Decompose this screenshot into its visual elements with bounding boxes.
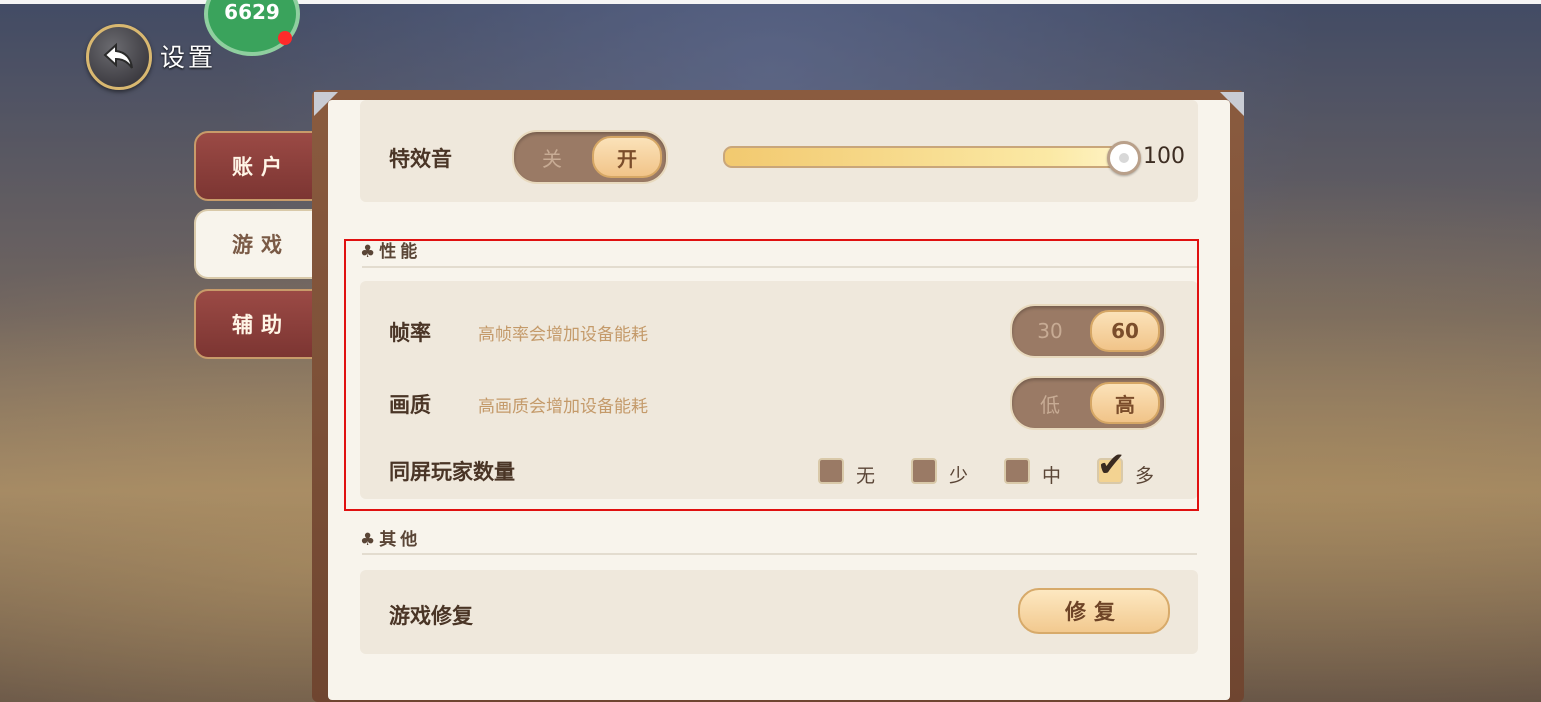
players-mid-checkbox[interactable]: [1004, 458, 1030, 484]
effects-volume-value: 100: [1143, 144, 1185, 169]
avatar-text: 6629: [224, 0, 280, 24]
players-count-label: 同屏玩家数量: [389, 460, 515, 484]
back-button[interactable]: [86, 24, 152, 90]
game-repair-label: 游戏修复: [389, 604, 473, 628]
quality-high-option[interactable]: 高: [1090, 382, 1160, 424]
players-none-label: 无: [856, 465, 876, 487]
framerate-label: 帧率: [389, 321, 431, 345]
framerate-30-option[interactable]: 30: [1012, 306, 1088, 356]
back-arrow-icon: [103, 42, 133, 69]
framerate-hint: 高帧率会增加设备能耗: [478, 325, 648, 345]
notification-dot: [278, 31, 292, 45]
players-few-label: 少: [949, 465, 969, 487]
effects-sound-toggle[interactable]: 关 开: [512, 130, 668, 184]
tab-assist-label: 辅助: [232, 313, 290, 337]
effects-volume-knob[interactable]: [1107, 141, 1141, 175]
check-icon: ✔: [1097, 445, 1126, 485]
quality-hint: 高画质会增加设备能耗: [478, 397, 648, 417]
players-many-label: 多: [1135, 465, 1155, 487]
repair-button[interactable]: 修复: [1018, 588, 1170, 634]
tab-account[interactable]: 账户: [194, 131, 328, 201]
framerate-60-option[interactable]: 60: [1090, 310, 1160, 352]
framerate-toggle[interactable]: 30 60: [1010, 304, 1166, 358]
section-other: ♣其他: [360, 530, 422, 550]
players-many-checkbox[interactable]: ✔: [1097, 448, 1126, 484]
players-mid-label: 中: [1042, 465, 1062, 487]
players-none-checkbox[interactable]: [818, 458, 844, 484]
quality-label: 画质: [389, 393, 431, 417]
tab-game-label: 游戏: [232, 233, 290, 257]
section-divider: [362, 553, 1197, 555]
section-other-title: 其他: [379, 530, 422, 550]
quality-toggle[interactable]: 低 高: [1010, 376, 1166, 430]
tab-game[interactable]: 游戏: [194, 209, 326, 279]
quality-low-option[interactable]: 低: [1012, 378, 1088, 428]
section-performance-title: 性能: [379, 242, 422, 262]
tab-assist[interactable]: 辅助: [194, 289, 328, 359]
effects-sound-label: 特效音: [389, 147, 452, 171]
players-few-checkbox[interactable]: [911, 458, 937, 484]
effects-volume-slider[interactable]: [723, 146, 1133, 168]
page-title: 设置: [160, 43, 217, 72]
section-divider: [362, 266, 1197, 268]
toggle-off-option[interactable]: 关: [514, 132, 590, 182]
section-performance: ♣性能: [360, 242, 422, 262]
toggle-on-option[interactable]: 开: [592, 136, 662, 178]
tab-account-label: 账户: [232, 155, 290, 179]
